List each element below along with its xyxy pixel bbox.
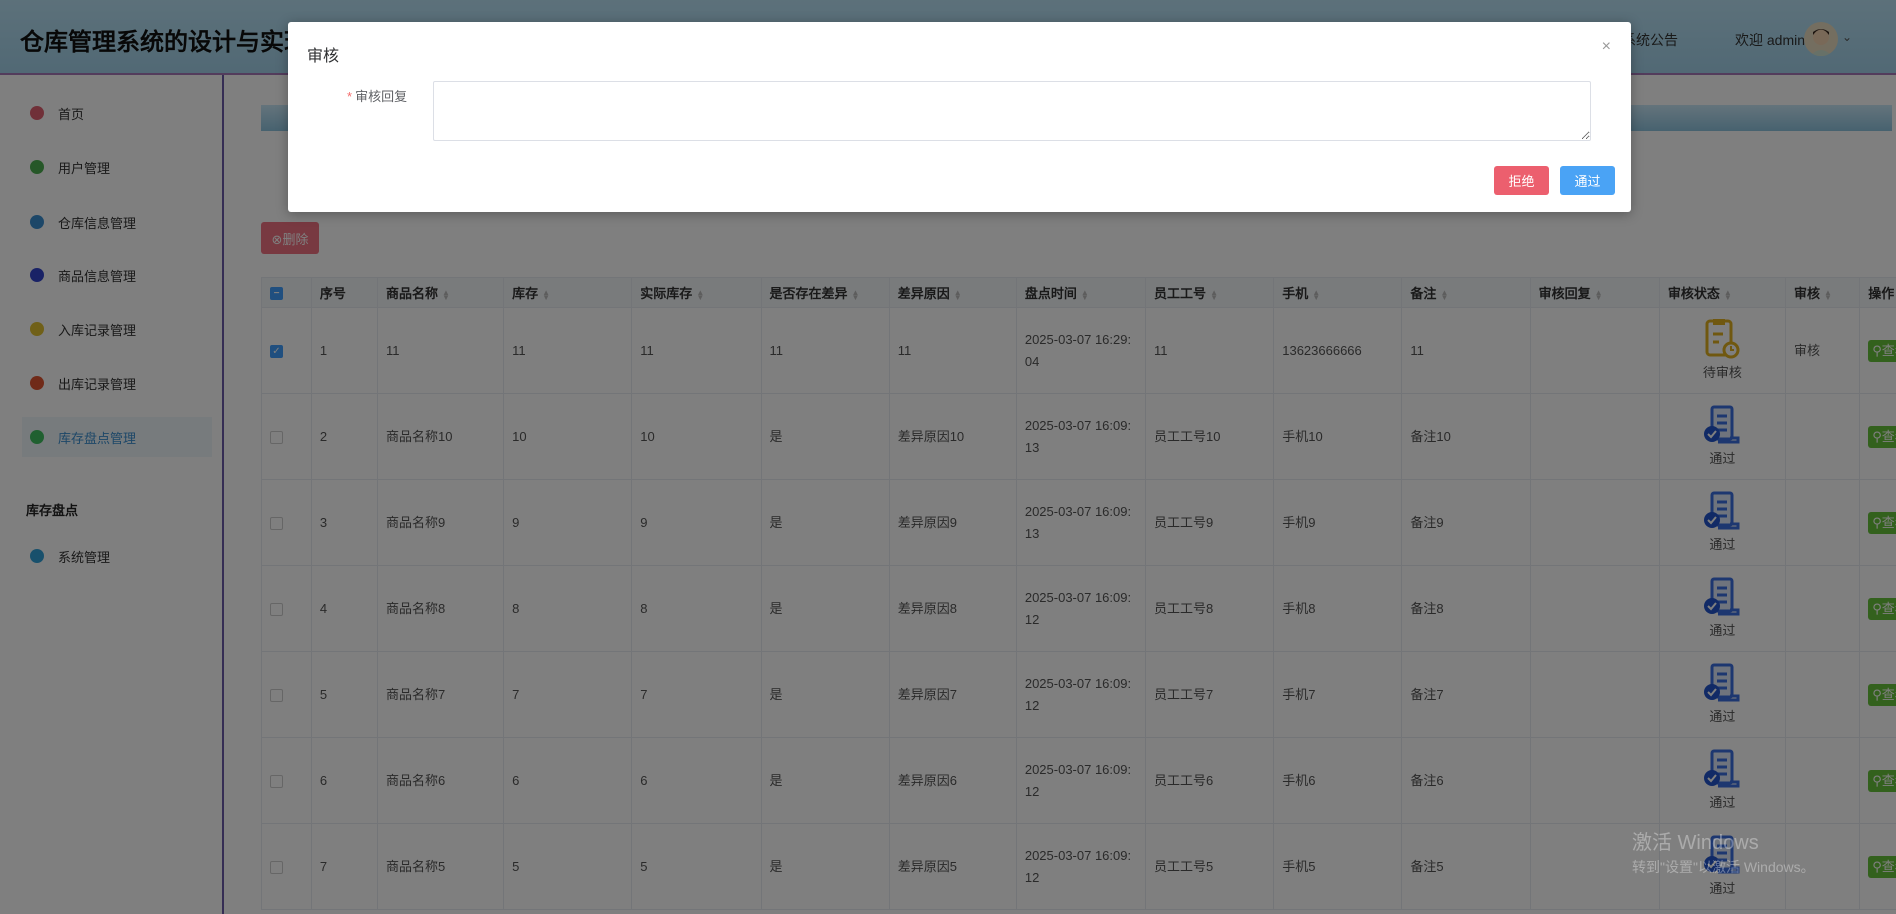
dialog-title: 审核 bbox=[307, 48, 340, 65]
audit-reply-input[interactable] bbox=[433, 81, 1591, 141]
pass-button[interactable]: 通过 bbox=[1560, 166, 1615, 195]
watermark-line1: 激活 Windows bbox=[1632, 832, 1759, 854]
reject-button[interactable]: 拒绝 bbox=[1494, 166, 1549, 195]
windows-activation-watermark: 激活 Windows 转到"设置"以激活 Windows。 bbox=[1632, 826, 1815, 877]
audit-reply-label-text: 审核回复 bbox=[355, 89, 408, 104]
watermark-line2: 转到"设置"以激活 Windows。 bbox=[1632, 859, 1815, 875]
required-mark: * bbox=[347, 89, 353, 104]
audit-reply-label: * 审核回复 bbox=[347, 86, 407, 105]
close-icon[interactable]: × bbox=[1602, 38, 1611, 56]
audit-dialog: 审核 × * 审核回复 拒绝 通过 bbox=[288, 22, 1631, 212]
